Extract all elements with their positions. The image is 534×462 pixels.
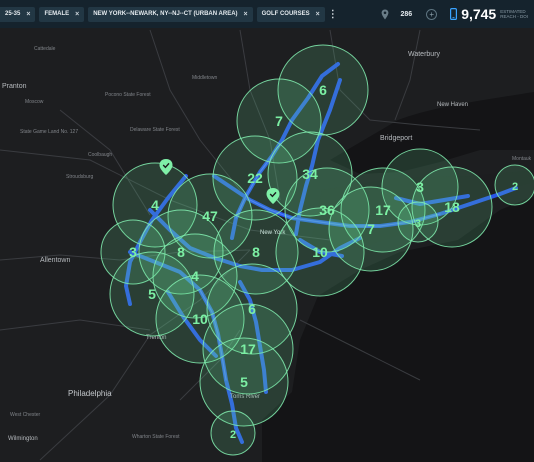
cluster-count: 6 xyxy=(248,301,256,317)
cluster-count: 10 xyxy=(192,311,208,327)
filter-chip-age[interactable]: 25-35 × xyxy=(0,6,36,22)
cluster-count: 3 xyxy=(129,244,137,260)
summary-panel: 286 + 9,745 ESTIMATED REACH - DOI xyxy=(381,0,534,28)
place-label: Montauk xyxy=(512,156,532,162)
filter-chip-label: 25-35 xyxy=(5,11,21,17)
cluster-count: 5 xyxy=(148,286,156,302)
cluster-count: 7 xyxy=(367,221,375,237)
filter-chip-label: FEMALE xyxy=(44,11,70,17)
add-location-icon[interactable]: + xyxy=(426,8,438,20)
location-pin-icon xyxy=(381,9,388,19)
place-label: Bridgeport xyxy=(380,135,412,142)
reach-label-line: REACH - DOI xyxy=(500,14,528,19)
cluster-count: 4 xyxy=(191,268,199,284)
filter-bar: 25-35 × FEMALE × NEW YORK--NEWARK, NY--NJ-… xyxy=(0,0,534,28)
filter-chip-interest[interactable]: GOLF COURSES × xyxy=(256,6,325,22)
cluster-count: 4 xyxy=(151,197,159,213)
remove-filter-icon[interactable]: × xyxy=(244,11,248,18)
place-label: Cattedale xyxy=(34,46,56,52)
map-canvas[interactable]: Cattedale Middletown Waterbury Pranton M… xyxy=(0,28,534,462)
filter-chip-label: GOLF COURSES xyxy=(261,11,310,17)
place-label: Moscow xyxy=(25,99,44,105)
cluster-count: 8 xyxy=(177,244,185,260)
location-count: 286 xyxy=(400,10,413,18)
filter-chip-label: NEW YORK--NEWARK, NY--NJ--CT (URBAN AREA… xyxy=(93,11,238,17)
filter-chip-gender[interactable]: FEMALE × xyxy=(39,6,85,22)
place-label: New Haven xyxy=(437,102,468,108)
cluster-count: 47 xyxy=(202,208,218,224)
cluster-count: 17 xyxy=(375,202,391,218)
cluster-count: 2 xyxy=(512,181,518,193)
place-label: Waterbury xyxy=(408,51,441,58)
cluster-count: 10 xyxy=(312,244,328,260)
place-label: State Game Land No. 127 xyxy=(20,129,78,135)
place-label: Wharton State Forest xyxy=(132,434,180,440)
cluster-count: 3 xyxy=(416,179,424,195)
cluster-count: 7 xyxy=(275,113,283,129)
cluster-count: 8 xyxy=(252,244,260,260)
place-label: Pranton xyxy=(2,83,27,90)
cluster-count: 17 xyxy=(240,341,256,357)
estimated-reach-label: ESTIMATED REACH - DOI xyxy=(500,9,528,19)
cluster-count: 36 xyxy=(319,202,335,218)
place-label: Coolbaugh xyxy=(88,152,112,158)
cluster-count: 34 xyxy=(302,166,318,182)
place-label: Middletown xyxy=(192,75,218,81)
place-label: West Chester xyxy=(10,412,41,418)
more-options-icon[interactable]: ⋮ xyxy=(328,9,338,20)
cluster-count: 3 xyxy=(415,218,421,230)
estimated-reach-value: 9,745 xyxy=(461,6,497,22)
cluster-count: 18 xyxy=(444,199,460,215)
place-label: Delaware State Forest xyxy=(130,127,180,133)
remove-filter-icon[interactable]: × xyxy=(316,11,320,18)
cluster-count: 22 xyxy=(247,170,263,186)
place-label: Pocono State Forest xyxy=(105,92,151,98)
remove-filter-icon[interactable]: × xyxy=(26,11,30,18)
cluster-count: 5 xyxy=(240,374,248,390)
filter-chip-area[interactable]: NEW YORK--NEWARK, NY--NJ--CT (URBAN AREA… xyxy=(88,6,253,22)
place-label: Stroudsburg xyxy=(66,174,93,180)
remove-filter-icon[interactable]: × xyxy=(75,11,79,18)
phone-icon xyxy=(450,8,458,20)
cluster-count: 6 xyxy=(319,82,327,98)
cluster-count: 2 xyxy=(230,429,236,441)
place-label: Philadelphia xyxy=(68,389,112,398)
place-label: Allentown xyxy=(40,257,70,264)
place-label: Wilmington xyxy=(8,436,38,442)
